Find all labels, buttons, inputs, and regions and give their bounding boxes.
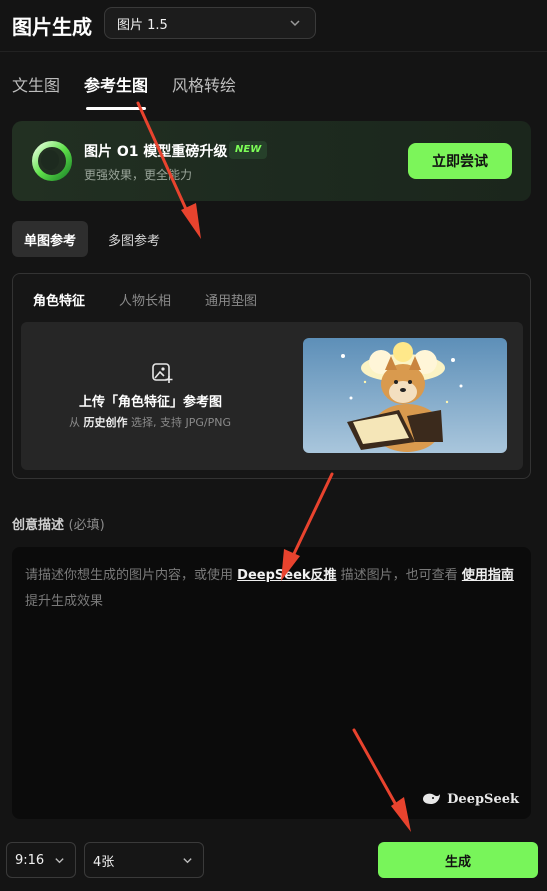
tab-text-to-image[interactable]: 文生图 [12, 72, 60, 106]
aspect-ratio-value: 9:16 [15, 852, 45, 868]
try-now-button[interactable]: 立即尝试 [408, 143, 512, 179]
multi-reference-button[interactable]: 多图参考 [96, 221, 172, 257]
new-badge: NEW [229, 141, 268, 159]
chevron-down-icon [290, 20, 300, 27]
promo-title: 图片 O1 模型重磅升级 [84, 144, 228, 160]
image-add-icon [152, 363, 173, 383]
upload-panel: 角色特征 人物长相 通用垫图 上传「角色特征」参考图 从 历史创作 选择, 支持… [12, 273, 531, 479]
reference-type-tabs: 角色特征 人物长相 通用垫图 [33, 290, 257, 309]
description-input[interactable]: 请描述你想生成的图片内容，或使用 DeepSeek反推 描述图片，也可查看 使用… [12, 547, 531, 819]
single-reference-button[interactable]: 单图参考 [12, 221, 89, 257]
upload-from-text: 从 [69, 416, 80, 429]
image-count-value: 4张 [93, 854, 115, 870]
tab-character-features[interactable]: 角色特征 [33, 290, 85, 309]
bottom-bar: 9:16 4张 生成 [0, 832, 547, 891]
upload-dropzone[interactable]: 上传「角色特征」参考图 从 历史创作 选择, 支持 JPG/PNG [21, 322, 523, 470]
placeholder-text-2: 描述图片，也可查看 [340, 568, 458, 583]
page-title: 图片生成 [12, 15, 92, 39]
usage-guide-link[interactable]: 使用指南 [462, 568, 514, 583]
promo-subtitle: 更强效果，更全能力 [84, 168, 193, 182]
description-placeholder: 请描述你想生成的图片内容，或使用 DeepSeek反推 描述图片，也可查看 使用… [25, 563, 520, 615]
top-bar: 图片生成 图片 1.5 [0, 0, 547, 52]
placeholder-text-3: 提升生成效果 [25, 594, 104, 609]
chevron-down-icon [55, 858, 64, 864]
placeholder-text-1: 请描述你想生成的图片内容，或使用 [25, 568, 234, 583]
description-label-text: 创意描述 [12, 518, 65, 533]
tab-person-appearance[interactable]: 人物长相 [119, 290, 171, 309]
image-count-select[interactable]: 4张 [84, 842, 204, 878]
model-select-value: 图片 1.5 [117, 17, 168, 33]
aspect-ratio-select[interactable]: 9:16 [6, 842, 76, 878]
generate-button[interactable]: 生成 [378, 842, 538, 878]
upload-title: 上传「角色特征」参考图 [79, 395, 223, 410]
model-select[interactable]: 图片 1.5 [104, 7, 316, 39]
required-marker: (必填) [68, 518, 105, 533]
deepseek-whale-icon [423, 793, 441, 804]
reference-mode-toggle: 单图参考 多图参考 [12, 221, 172, 257]
chevron-down-icon [183, 858, 192, 864]
deepseek-brand-text: DeepSeek [447, 791, 519, 807]
model-logo-icon [32, 141, 72, 181]
history-link[interactable]: 历史创作 [84, 416, 128, 429]
upload-format-hint: 选择, 支持 JPG/PNG [131, 416, 231, 429]
description-label: 创意描述 (必填) [12, 514, 105, 533]
deepseek-brand: DeepSeek [421, 791, 519, 807]
tab-style-transfer[interactable]: 风格转绘 [172, 72, 236, 106]
mode-tabs: 文生图 参考生图 风格转绘 [12, 72, 236, 110]
deepseek-reverse-link[interactable]: DeepSeek反推 [237, 568, 336, 583]
tab-reference-image[interactable]: 参考生图 [84, 72, 148, 110]
tab-general-base-image[interactable]: 通用垫图 [205, 290, 257, 309]
promo-banner: 图片 O1 模型重磅升级 NEW 更强效果，更全能力 立即尝试 [12, 121, 531, 201]
upload-hint: 从 历史创作 选择, 支持 JPG/PNG [69, 414, 231, 430]
sample-reference-image [303, 338, 507, 453]
